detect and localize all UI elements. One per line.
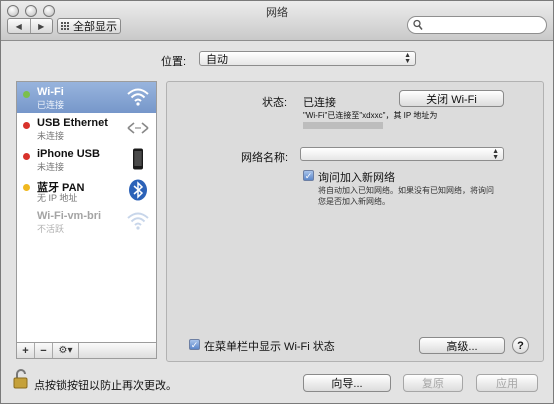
wifi-icon — [127, 212, 149, 230]
back-forward-group: ◀ ▶ — [7, 18, 53, 34]
service-item-iphone-usb[interactable]: iPhone USB 未连接 — [17, 144, 156, 175]
service-status: 无 IP 地址 — [37, 193, 78, 203]
forward-button[interactable]: ▶ — [29, 19, 53, 33]
location-popup[interactable]: 自动 ▲ ▼ — [199, 51, 416, 66]
forward-arrow-icon: ▶ — [38, 21, 45, 31]
redacted-ip-bar — [303, 122, 383, 129]
popup-arrows-icon: ▲ ▼ — [492, 148, 499, 161]
lock-hint-text: 点按锁按钮以防止再次更改。 — [34, 380, 177, 392]
iphone-icon — [133, 148, 143, 170]
back-arrow-icon: ◀ — [15, 21, 22, 31]
ask-join-checkbox[interactable]: ✓ — [303, 170, 314, 181]
service-name: Wi-Fi-vm-bri — [37, 210, 102, 222]
network-name-label: 网络名称: — [241, 152, 289, 164]
service-status: 不活跃 — [37, 224, 65, 234]
back-button[interactable]: ◀ — [8, 19, 30, 33]
gear-menu-button[interactable]: ⚙▾ — [53, 343, 79, 358]
search-icon — [413, 19, 423, 30]
detail-panel: 状态: 已连接 关闭 Wi-Fi "Wi-Fi"已连接至"xdxxc"，其 IP… — [166, 81, 544, 362]
service-item-usb-ethernet[interactable]: USB Ethernet 未连接 — [17, 113, 156, 144]
title-bar: 网络 ◀ ▶ 全部显示 — [1, 1, 553, 41]
service-status: 未连接 — [37, 162, 65, 172]
add-service-button[interactable]: + — [17, 343, 35, 358]
ask-join-label: 询问加入新网络 — [318, 172, 395, 184]
location-value: 自动 — [206, 53, 228, 66]
ask-join-description-1: 将自动加入已知网络。如果没有已知网络，将询问 — [318, 186, 494, 195]
ask-join-description-2: 您是否加入新网络。 — [318, 197, 390, 206]
status-dot — [23, 153, 30, 160]
status-value: 已连接 — [303, 97, 336, 109]
status-description: "Wi-Fi"已连接至"xdxxc"，其 IP 地址为 — [303, 111, 438, 120]
status-label: 状态: — [262, 97, 288, 109]
help-button[interactable]: ? — [512, 337, 529, 354]
status-dot — [23, 91, 30, 98]
revert-button[interactable]: 复原 — [403, 374, 463, 392]
wifi-icon — [127, 88, 149, 106]
status-dot — [23, 184, 30, 191]
apply-button[interactable]: 应用 — [476, 374, 538, 392]
service-list-toolbar: + − ⚙▾ — [16, 343, 157, 359]
service-item-bluetooth-pan[interactable]: 蓝牙 PAN 无 IP 地址 — [17, 175, 156, 206]
show-all-label: 全部显示 — [73, 21, 117, 33]
advanced-button[interactable]: 高级... — [419, 337, 505, 354]
ethernet-arrows-icon — [127, 122, 149, 134]
popup-arrows-icon: ▲ ▼ — [404, 52, 411, 65]
assist-me-button[interactable]: 向导... — [303, 374, 391, 392]
grid-icon — [61, 22, 69, 30]
remove-service-button[interactable]: − — [35, 343, 53, 358]
network-preferences-window: 网络 ◀ ▶ 全部显示 位置: 自动 ▲ ▼ Wi-Fi 已连接 USB Eth… — [0, 0, 554, 404]
service-name: iPhone USB — [37, 148, 100, 160]
service-item-wifi-vm-bri[interactable]: Wi-Fi-vm-bri 不活跃 — [17, 206, 156, 237]
lock-icon[interactable] — [13, 369, 29, 389]
status-dot — [23, 122, 30, 129]
service-list: Wi-Fi 已连接 USB Ethernet 未连接 iPhone USB 未连… — [16, 81, 157, 343]
service-item-wifi[interactable]: Wi-Fi 已连接 — [17, 82, 156, 113]
search-field[interactable] — [407, 16, 547, 34]
menu-bar-status-label: 在菜单栏中显示 Wi-Fi 状态 — [204, 341, 335, 353]
service-name: Wi-Fi — [37, 86, 64, 98]
service-status: 未连接 — [37, 131, 65, 141]
service-status: 已连接 — [37, 100, 65, 110]
menu-bar-status-checkbox[interactable]: ✓ — [189, 339, 200, 350]
turn-off-wifi-button[interactable]: 关闭 Wi-Fi — [399, 90, 504, 107]
network-name-popup[interactable]: ▲ ▼ — [300, 147, 504, 161]
location-label: 位置: — [161, 56, 187, 68]
service-name: USB Ethernet — [37, 117, 108, 129]
bluetooth-icon — [129, 179, 147, 201]
show-all-button[interactable]: 全部显示 — [57, 18, 121, 34]
